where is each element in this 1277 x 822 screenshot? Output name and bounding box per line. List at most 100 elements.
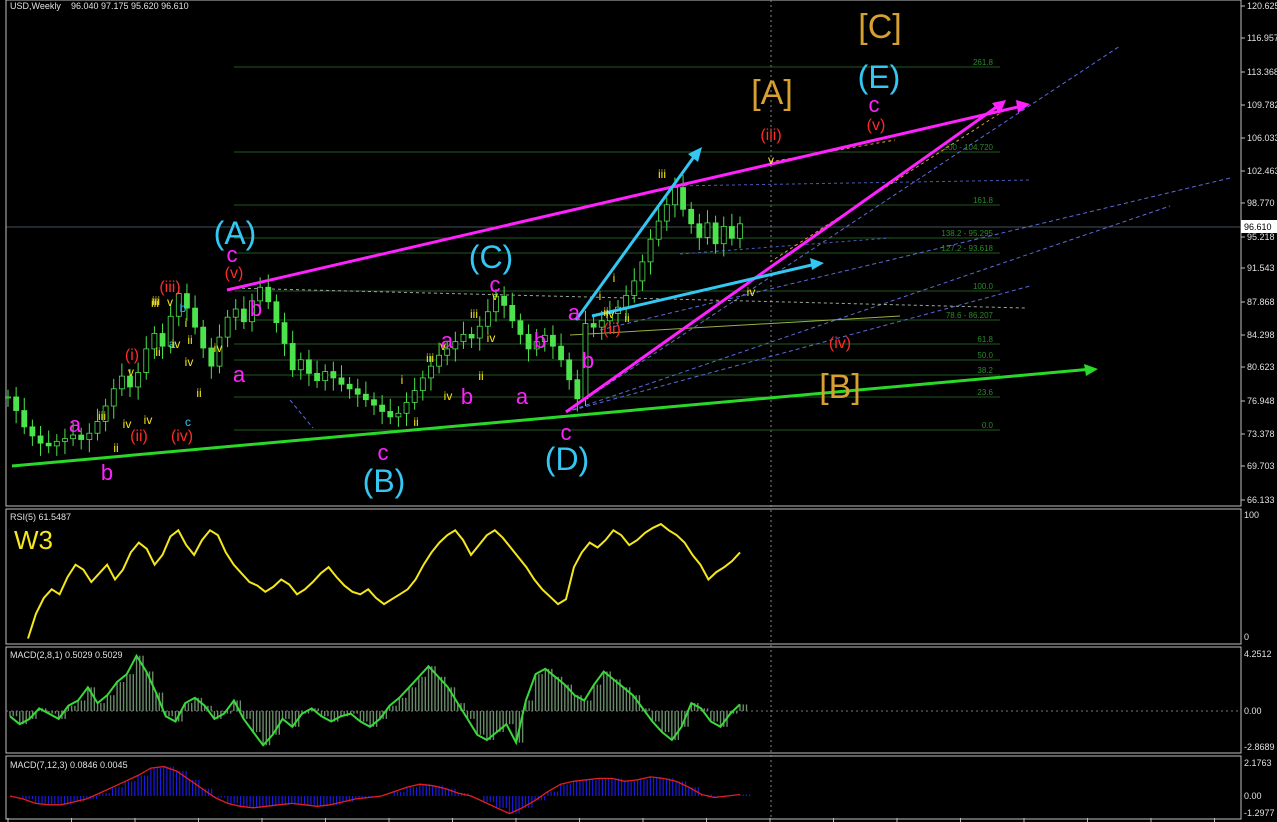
candle-body [720,226,727,245]
candle-body [574,379,581,400]
candle-body [37,435,44,444]
macd2-panel-frame [5,755,1242,820]
candle-body [322,371,329,382]
candle-body [680,187,686,210]
wave-label-yellow: iii [658,167,666,181]
candle-body [281,322,288,344]
candle-body [688,208,695,225]
fib-level-label: 78.6 - 86.207 [946,311,994,320]
candle-body [240,308,247,323]
wave-label-magenta: a [516,384,529,409]
wave-label-yellow: ii [196,386,201,400]
price-axis-label: 98.770 [1247,198,1275,208]
wave-label-yellow: iii [98,409,106,423]
wave-label-yellow: iv [144,413,153,427]
wave-label-yellow: iv [444,389,453,403]
candle-body [428,365,434,379]
wave-label-magenta: a [233,362,246,387]
wave-label-yellow: iii [152,294,160,308]
candle-body [395,412,402,418]
wave-label-magenta: b [582,348,594,373]
candle-body [118,375,125,390]
fib-level-label: 261.8 [973,58,994,67]
wave-label-yellow: v [167,295,173,309]
price-axis-label: 84.298 [1247,330,1275,340]
wave-label-yellow: iii [426,351,434,365]
candle-body [200,326,207,349]
fib-level-label: 23.6 [977,388,993,397]
candle-body [265,286,272,303]
rsi-w3-label: W3 [14,525,53,555]
blue-dash-line [289,399,314,429]
wave-label-cyan: (A) [214,215,257,251]
price-candles [5,174,743,456]
wave-label-cyan: b [180,301,187,315]
candle-body [558,345,564,361]
candle-body [590,323,597,328]
wave-label-magenta: b [534,328,546,353]
candle-body [712,222,719,245]
candle-body [371,399,377,406]
candle-body [53,440,60,447]
candle-body [159,333,166,347]
wave-label-yellow: iv [172,337,181,351]
candle-body [289,343,296,371]
candle-body [525,333,532,350]
wave-label-yellow: iv [747,285,756,299]
wave-label-red: (v) [225,265,244,282]
candle-body [672,187,678,206]
rsi-series-line [27,522,741,639]
candle-body [655,220,662,240]
candle-body [623,295,630,308]
candle-body [29,426,36,437]
candle-body [550,334,556,347]
candle-body [5,396,11,399]
wave-label-red: (i) [125,347,139,364]
candle-body [45,442,52,447]
wave-label-cyan: (D) [545,441,589,477]
wave-label-red: (iii) [159,279,180,296]
price-axis-label: 109.782 [1247,100,1277,110]
wave-label-yellow: iv [606,307,615,321]
price-axis-label: 66.133 [1247,495,1275,505]
magenta-upper-line [226,104,1023,292]
candle-body [639,261,646,282]
price-axis-label: 113.368 [1247,67,1277,77]
price-axis-label: 69.703 [1247,461,1275,471]
price-axis-label: 87.868 [1247,297,1275,307]
candle-body [297,359,304,371]
macd2-tick-zero: 0.00 [1244,791,1262,801]
macd1-tick-zero: 0.00 [1244,706,1262,716]
fib-level-label: 38.2 [977,366,993,375]
candle-body [330,371,337,379]
wave-label-yellow: ii [624,311,629,325]
fib-level-label: 0.0 [982,421,994,430]
wave-label-magenta: c [378,440,389,465]
wave-label-yellow: ii [478,369,483,383]
wave-label-magenta: b [101,460,113,485]
wave-label-yellow: v [128,365,134,379]
blue-dash-line [679,237,891,255]
candle-body [362,393,369,401]
candle-body [224,316,231,338]
candle-body [143,348,150,373]
wave-label-yellow: iv [185,355,194,369]
candle-body [517,320,524,335]
candle-body [452,341,459,350]
candle-body [566,359,573,381]
wave-label-yellow: iv [487,331,496,345]
price-axis-label: 102.463 [1247,166,1277,176]
blue-dash-line [565,45,1121,413]
macd1-tick-bottom: -2.8689 [1244,742,1275,752]
wave-label-yellow: v [440,339,446,353]
candle-body [728,226,735,239]
candle-body [354,388,361,395]
wave-label-cyan: c [185,415,191,429]
wave-label-magenta: c [869,92,880,117]
candle-body [501,295,508,306]
candle-body [192,307,198,328]
price-axis-label: 73.378 [1247,429,1275,439]
candle-body [135,372,142,388]
macd2-histogram [9,765,751,815]
price-chart-title: USD,Weekly [10,1,61,11]
